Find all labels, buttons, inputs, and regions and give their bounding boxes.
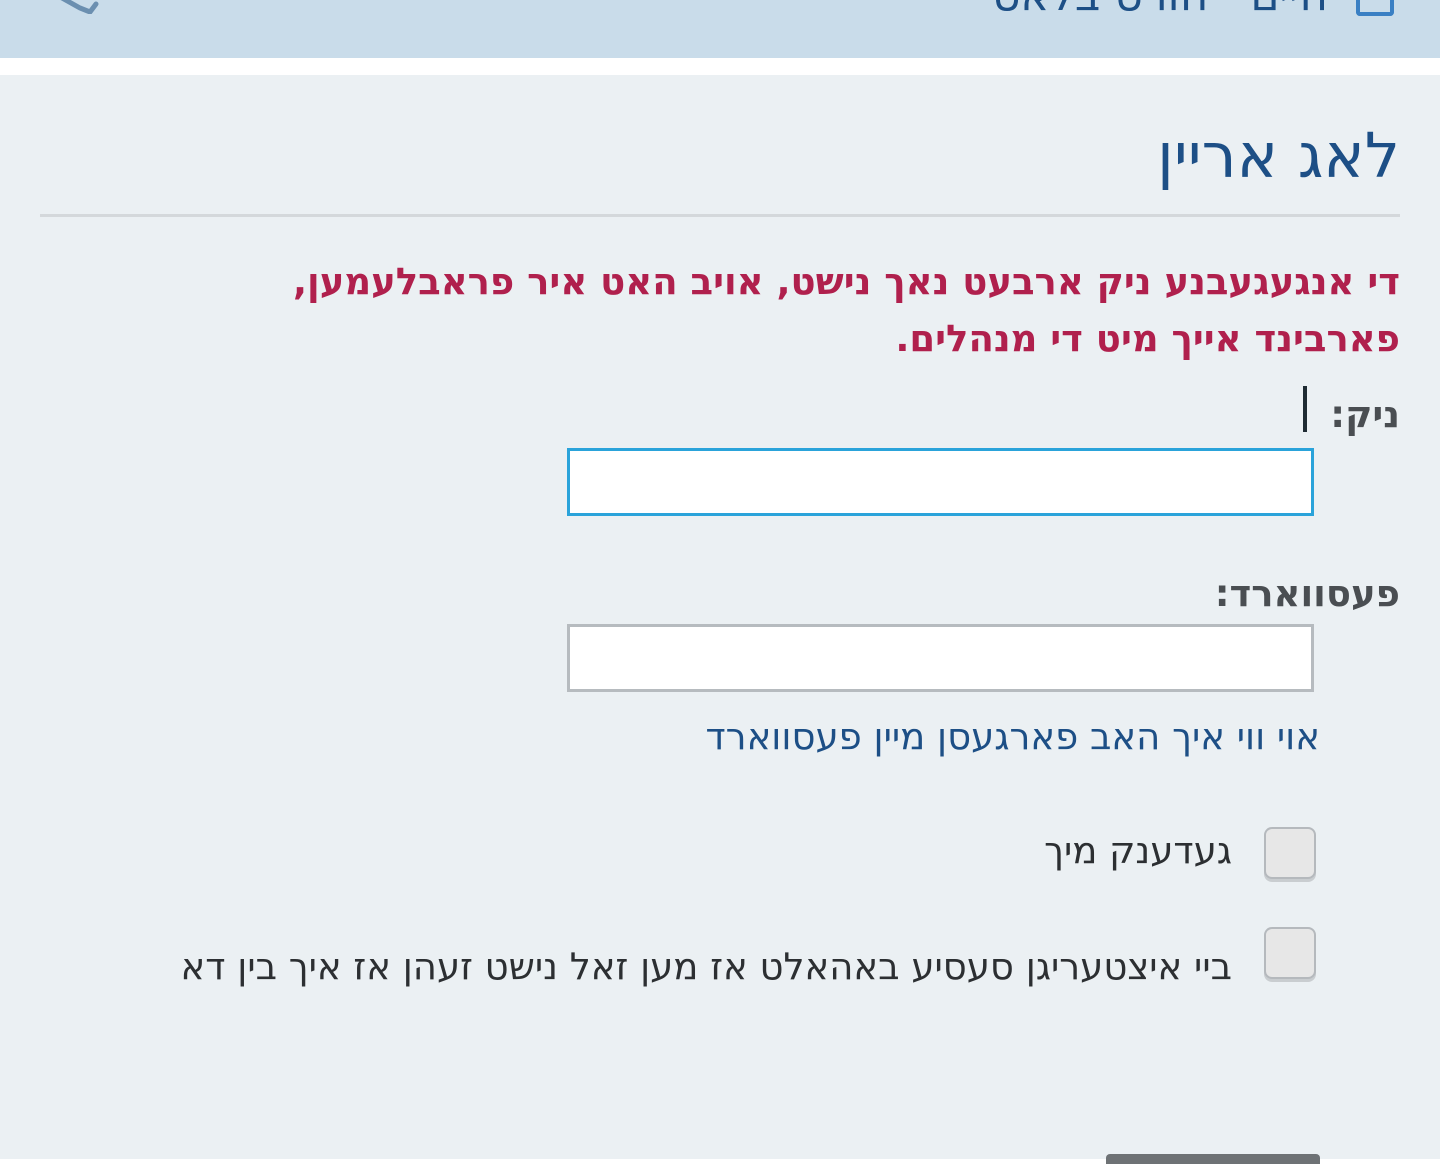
top-navigation-bar: היים · הורט בלאט (0, 0, 1440, 58)
remember-me-label[interactable]: געדענק מיך (1044, 829, 1232, 872)
title-divider (40, 214, 1400, 217)
nick-input[interactable] (567, 448, 1314, 516)
text-caret (1303, 386, 1307, 432)
password-label: פעסווארד: (1214, 572, 1400, 615)
error-message: די אנגעגעבנע ניק ארבעט נאך נישט, אויב הא… (292, 260, 1400, 360)
page-title: לאג אריין (1156, 119, 1400, 192)
document-icon[interactable] (1356, 0, 1394, 16)
forgot-password-link[interactable]: אוי ווי איך האב פארגעסן מיין פעסווארד (705, 715, 1320, 758)
remember-me-checkbox[interactable] (1264, 827, 1316, 879)
login-panel: לאג אריין די אנגעגעבנע ניק ארבעט נאך ניש… (0, 75, 1440, 1164)
shared-device-row[interactable]: ביי איצטעריגן סעסיע באהאלט אז מען זאל ני… (96, 927, 1316, 1057)
wrench-icon[interactable] (60, 0, 100, 16)
remember-me-row[interactable]: געדענק מיך (1016, 827, 1316, 887)
shared-device-checkbox[interactable] (1264, 927, 1316, 979)
nick-label: ניק: (1330, 393, 1400, 436)
password-input[interactable] (567, 624, 1314, 692)
header-title[interactable]: היים · הורט בלאט (992, 0, 1328, 21)
shared-device-label[interactable]: ביי איצטעריגן סעסיע באהאלט אז מען זאל ני… (102, 929, 1232, 1005)
login-button-partial[interactable] (1106, 1154, 1320, 1164)
